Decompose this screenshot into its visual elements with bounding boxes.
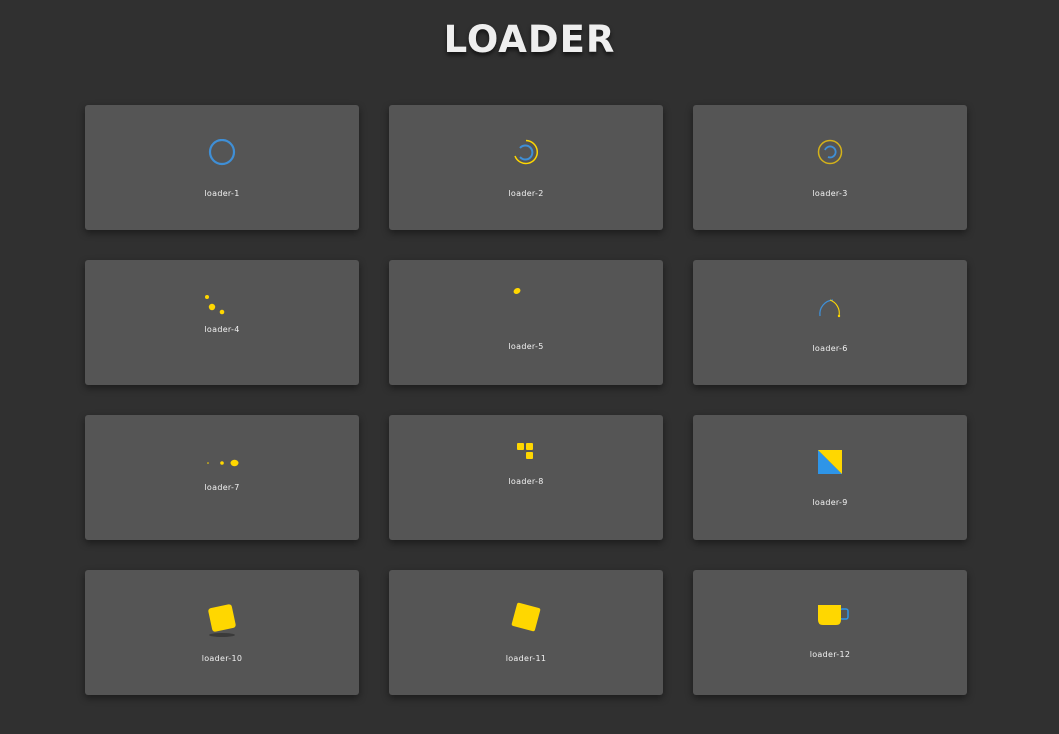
loader-label: loader-11	[505, 654, 547, 663]
arc-sweep-icon	[819, 299, 841, 318]
loader-label: loader-7	[204, 483, 240, 492]
loader-card-5[interactable]: loader-5	[389, 260, 663, 385]
spinning-ring-icon	[208, 139, 236, 166]
loader-card-4[interactable]: loader-4	[85, 260, 359, 385]
loader-label: loader-8	[508, 477, 544, 486]
loader-card-9[interactable]: loader-9	[693, 415, 967, 540]
coffee-cup-icon	[818, 605, 849, 625]
loader-card-10[interactable]: loader-10	[85, 570, 359, 695]
loader-label: loader-10	[201, 654, 243, 663]
loader-card-1[interactable]: loader-1	[85, 105, 359, 230]
loader-card-11[interactable]: loader-11	[389, 570, 663, 695]
flipping-square-icon	[818, 450, 842, 474]
loader-label: loader-2	[508, 189, 544, 198]
square-grid-icon	[517, 443, 533, 459]
loader-label: loader-6	[812, 344, 848, 353]
loader-card-7[interactable]: loader-7	[85, 415, 359, 540]
page-title: LOADER	[443, 18, 616, 61]
nested-ring-spinner-icon	[817, 139, 843, 165]
loader-label: loader-5	[508, 342, 544, 351]
growing-dots-icon	[207, 459, 239, 467]
loader-label: loader-12	[809, 650, 851, 659]
bouncing-dots-icon	[205, 295, 225, 315]
bouncing-square-shadow-icon	[208, 604, 236, 637]
loader-card-8[interactable]: loader-8	[389, 415, 663, 540]
loader-label: loader-9	[812, 498, 848, 507]
orbiting-dot-icon	[513, 287, 521, 295]
loader-label: loader-4	[204, 325, 240, 334]
double-arc-spinner-icon	[514, 139, 538, 165]
rotating-square-icon	[511, 602, 541, 632]
loader-card-12[interactable]: loader-12	[693, 570, 967, 695]
loader-card-2[interactable]: loader-2	[389, 105, 663, 230]
loader-card-3[interactable]: loader-3	[693, 105, 967, 230]
loader-card-6[interactable]: loader-6	[693, 260, 967, 385]
loader-label: loader-1	[204, 189, 240, 198]
loader-label: loader-3	[812, 189, 848, 198]
